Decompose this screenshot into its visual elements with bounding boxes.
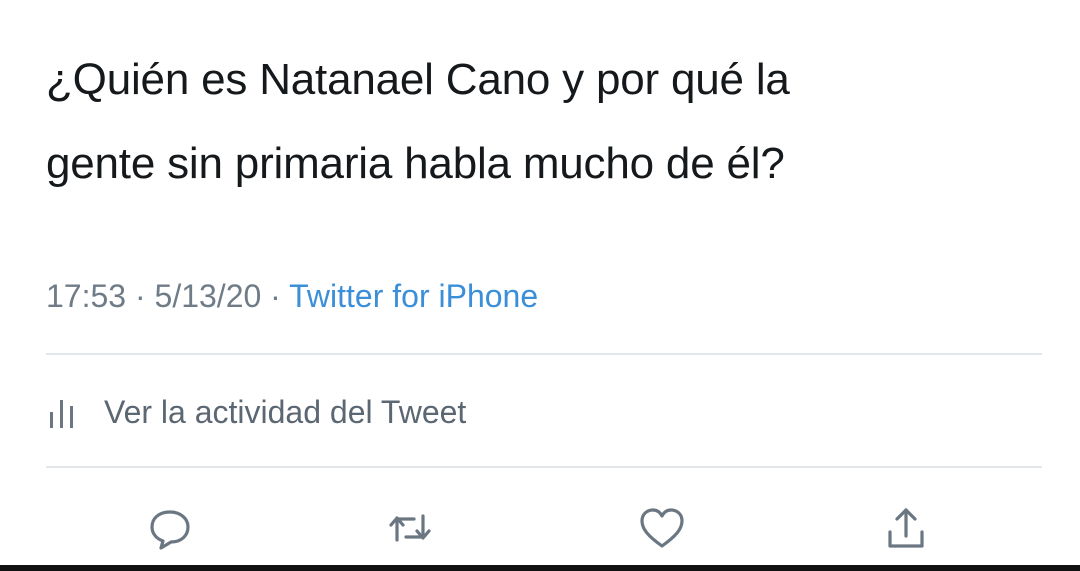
tweet-actions xyxy=(0,498,1080,558)
meta-separator: · xyxy=(261,278,290,314)
tweet-detail: ¿Quién es Natanael Cano y por qué la gen… xyxy=(0,0,1080,571)
tweet-date: 5/13/20 xyxy=(154,278,262,314)
tweet-activity-link[interactable]: Ver la actividad del Tweet xyxy=(46,390,466,434)
tweet-source-link[interactable]: Twitter for iPhone xyxy=(289,278,538,314)
divider xyxy=(46,466,1042,468)
meta-separator: · xyxy=(126,278,155,314)
reply-icon xyxy=(150,510,190,550)
like-button[interactable] xyxy=(632,498,692,558)
reply-button[interactable] xyxy=(140,498,200,558)
tweet-metadata: 17:53 · 5/13/20 · Twitter for iPhone xyxy=(46,276,538,316)
retweet-button[interactable] xyxy=(380,498,440,558)
tweet-text: ¿Quién es Natanael Cano y por qué la gen… xyxy=(46,55,790,188)
bar-chart-icon xyxy=(46,392,80,432)
tweet-activity-label: Ver la actividad del Tweet xyxy=(104,393,467,430)
tweet-time: 17:53 xyxy=(46,278,127,314)
heart-icon xyxy=(640,508,684,548)
share-icon xyxy=(888,508,924,548)
divider xyxy=(46,353,1042,355)
retweet-icon xyxy=(389,514,431,542)
share-button[interactable] xyxy=(876,498,936,558)
bottom-border xyxy=(0,565,1080,571)
